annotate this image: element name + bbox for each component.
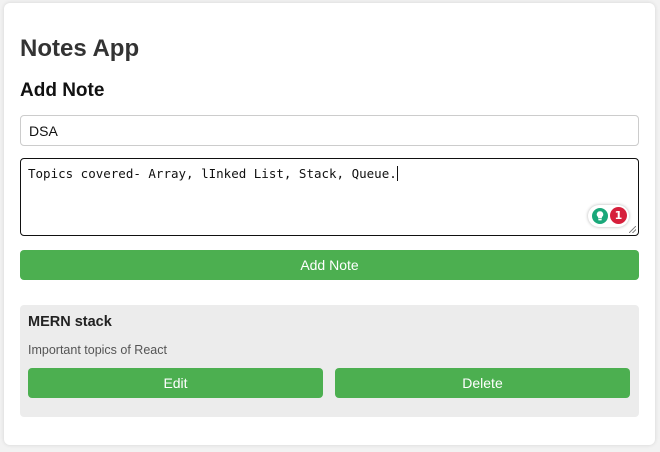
writing-assistant-widget[interactable]: 1 [588, 205, 629, 227]
note-content-text: Topics covered- Array, lInked List, Stac… [28, 166, 397, 181]
issue-count-badge[interactable]: 1 [610, 207, 627, 224]
lightbulb-icon [592, 208, 608, 224]
add-note-heading: Add Note [20, 80, 105, 101]
resize-handle-icon[interactable] [629, 226, 636, 233]
note-content-textarea[interactable]: Topics covered- Array, lInked List, Stac… [20, 158, 639, 236]
note-title-input[interactable] [20, 115, 639, 146]
edit-note-button[interactable]: Edit [28, 368, 323, 398]
note-card: MERN stack Important topics of React Edi… [20, 305, 639, 417]
note-content: Important topics of React [28, 343, 167, 357]
add-note-button[interactable]: Add Note [20, 250, 639, 280]
app-title: Notes App [20, 35, 140, 62]
notes-app-container: Notes App Add Note Topics covered- Array… [4, 3, 655, 445]
delete-note-button[interactable]: Delete [335, 368, 630, 398]
note-title: MERN stack [28, 314, 112, 330]
text-caret [396, 166, 398, 181]
